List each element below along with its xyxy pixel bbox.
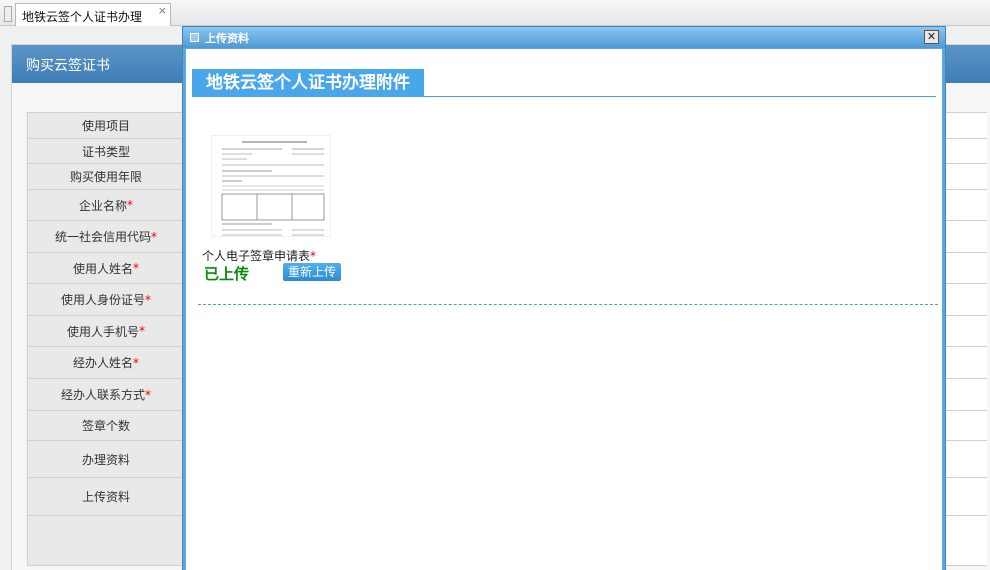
required-mark: * xyxy=(127,198,133,212)
form-row-label: 使用人身份证号 * xyxy=(28,284,185,315)
tab-title: 地铁云签个人证书办理 xyxy=(22,10,143,24)
form-row-label: 经办人姓名 * xyxy=(28,347,185,378)
form-row-label: 证书类型 xyxy=(28,139,185,163)
form-row-label-text: 使用项目 xyxy=(81,119,130,133)
required-mark: * xyxy=(310,249,317,263)
dialog-body: 地铁云签个人证书办理附件 个人电子签章申请表* 已上传 重新上传 xyxy=(186,49,942,570)
required-mark: * xyxy=(145,387,151,402)
section-divider xyxy=(198,304,938,305)
reupload-button[interactable]: 重新上传 xyxy=(283,263,342,281)
application-form-thumbnail[interactable] xyxy=(211,135,331,237)
form-row-label-text: 签章个数 xyxy=(81,419,130,433)
form-row-label: 办理资料 xyxy=(28,441,185,477)
dialog-window-icon xyxy=(190,33,199,42)
document-label: 个人电子签章申请表* xyxy=(202,247,316,264)
form-row-label-text: 使用人身份证号 xyxy=(60,293,145,307)
upload-dialog: 上传资料 ✕ 地铁云签个人证书办理附件 个人电子签章申请表* 已上传 重新上传 xyxy=(182,26,946,570)
form-row-label-text: 使用人手机号 xyxy=(66,324,139,339)
required-mark: * xyxy=(145,292,151,307)
dialog-titlebar[interactable]: 上传资料 ✕ xyxy=(183,27,945,48)
form-row-label xyxy=(28,516,185,565)
tab-close-icon[interactable]: × xyxy=(158,4,167,17)
form-row-label-text: 经办人姓名 xyxy=(72,356,133,370)
tab-cert-apply[interactable]: 地铁云签个人证书办理 × xyxy=(15,3,171,26)
required-mark: * xyxy=(133,261,139,275)
dialog-close-icon[interactable]: ✕ xyxy=(924,30,939,44)
attachment-heading-bar: 地铁云签个人证书办理附件 xyxy=(192,69,936,97)
document-preview-icon xyxy=(221,141,325,236)
form-row-label-text: 经办人联系方式 xyxy=(60,388,145,402)
form-row-label-text: 企业名称 xyxy=(78,198,127,213)
upload-status: 已上传 xyxy=(204,265,250,283)
tab-strip: 地铁云签个人证书办理 × xyxy=(0,0,990,26)
form-row-label-text: 统一社会信用代码 xyxy=(54,230,151,244)
required-mark: * xyxy=(139,324,145,338)
tab-scroll-left-icon[interactable] xyxy=(4,6,12,22)
form-row-label: 购买使用年限 xyxy=(28,164,185,189)
panel-title: 购买云签证书 xyxy=(26,58,110,74)
form-row-label: 统一社会信用代码 * xyxy=(28,221,185,252)
document-label-text: 个人电子签章申请表 xyxy=(202,249,311,263)
form-row-label: 使用人手机号 * xyxy=(28,316,185,346)
form-row-label: 签章个数 xyxy=(28,411,185,440)
form-row-label: 经办人联系方式 * xyxy=(28,379,185,410)
form-row-label-text: 办理资料 xyxy=(81,452,130,467)
required-mark: * xyxy=(133,355,139,370)
form-row-label: 企业名称 * xyxy=(28,190,185,220)
attachment-heading: 地铁云签个人证书办理附件 xyxy=(192,69,424,97)
form-row-label: 使用人姓名 * xyxy=(28,253,185,283)
dialog-title: 上传资料 xyxy=(205,32,249,45)
form-row-label-text: 证书类型 xyxy=(81,144,130,159)
form-row-label-text: 购买使用年限 xyxy=(69,170,142,184)
form-row-label: 上传资料 xyxy=(28,478,185,515)
required-mark: * xyxy=(151,229,157,244)
form-row-label-text: 上传资料 xyxy=(81,490,130,504)
form-row-label: 使用项目 xyxy=(28,113,185,138)
form-row-label-text: 使用人姓名 xyxy=(72,261,133,276)
